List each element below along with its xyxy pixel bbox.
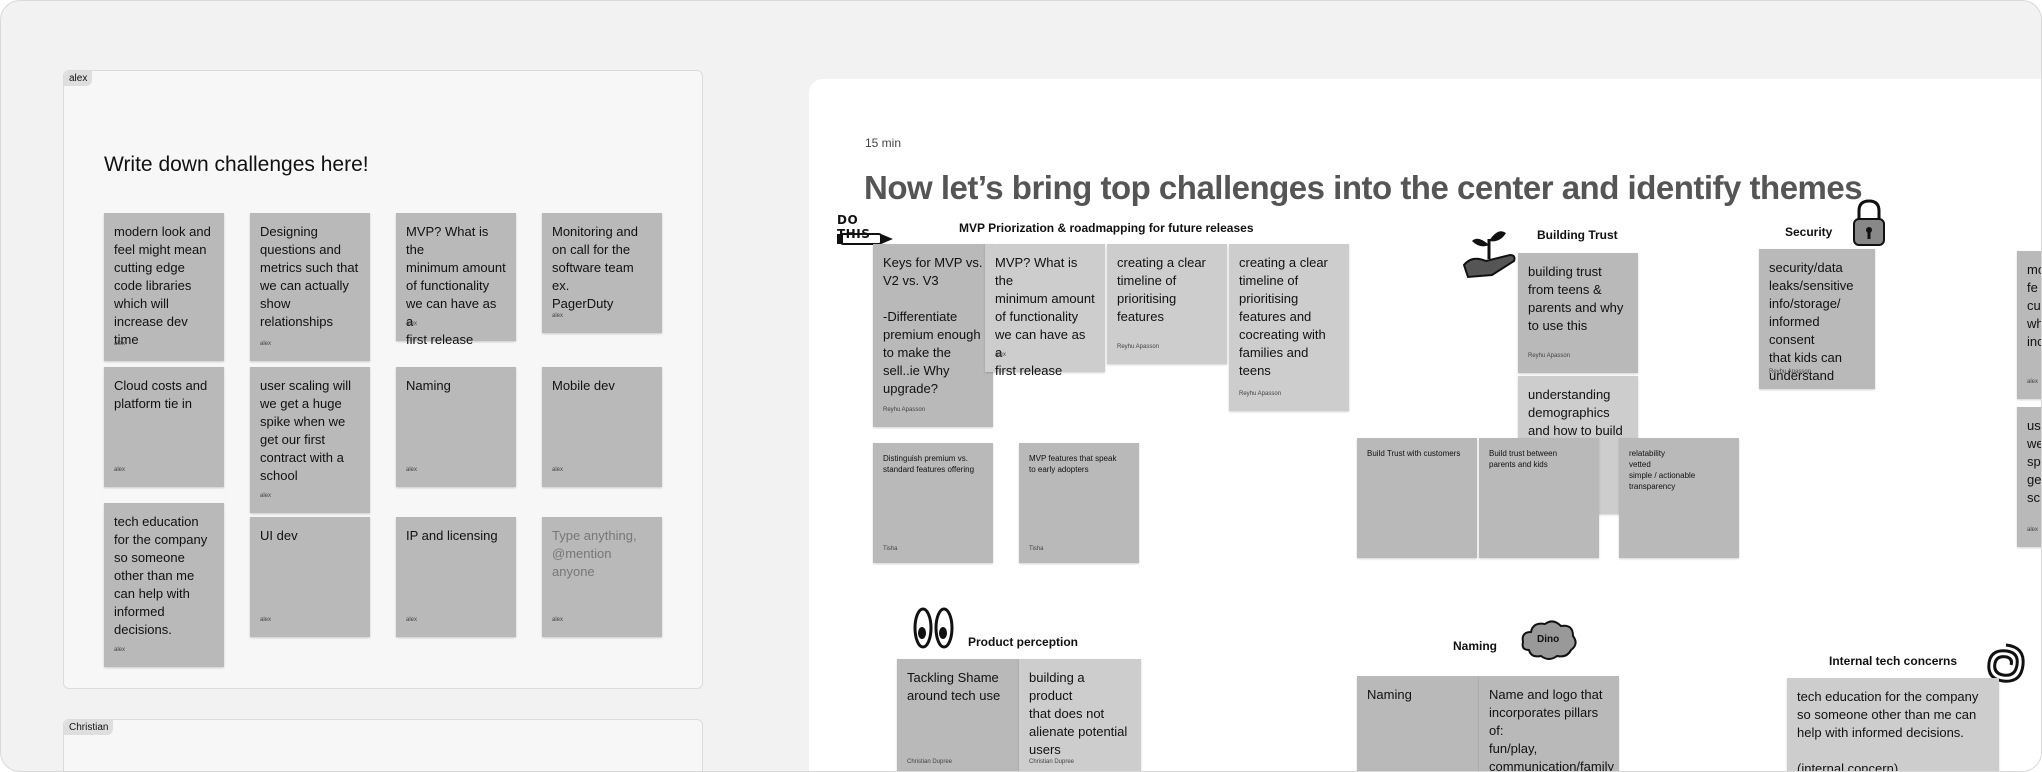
sticky-note[interactable]: Monitoring and on call for the software … xyxy=(542,213,662,333)
sticky-note[interactable]: Tackling Shame around tech use Christian … xyxy=(897,659,1019,771)
sticky-note[interactable]: mo fe cu wh incalex xyxy=(2017,251,2041,399)
padlock-sticker xyxy=(1849,197,1889,249)
sticky-note[interactable]: Distinguish premium vs. standard feature… xyxy=(873,443,993,563)
sticky-note[interactable]: tech education for the company so someon… xyxy=(104,503,224,667)
sticky-note[interactable]: Name and logo that incorporates pillars … xyxy=(1479,676,1619,771)
theme-label-perception: Product perception xyxy=(968,635,1079,649)
sticky-note[interactable]: IP and licensing alex xyxy=(396,517,516,637)
theme-label-security: Security xyxy=(1785,225,1833,239)
theme-label-naming: Naming xyxy=(1453,639,1498,653)
theme-label-mvp: MVP Priorization & roadmapping for futur… xyxy=(959,221,1254,235)
eyes-icon xyxy=(913,607,954,649)
sticky-note[interactable]: Designing questions and metrics such tha… xyxy=(250,213,370,361)
whiteboard-canvas[interactable]: alex Write down challenges here! modern … xyxy=(0,0,2042,772)
sticky-note[interactable]: Naming alex xyxy=(396,367,516,487)
frame-heading: Write down challenges here! xyxy=(104,153,369,176)
sticky-note-placeholder[interactable]: Type anything, @mention anyone alex xyxy=(542,517,662,637)
christian-frame[interactable]: Christian xyxy=(63,719,703,771)
padlock-icon xyxy=(1853,199,1885,246)
sticky-note[interactable]: relatability vetted simple / actionable … xyxy=(1619,438,1739,558)
theme-label-trust: Building Trust xyxy=(1537,228,1618,242)
sticky-note[interactable]: MVP features that speak to early adopter… xyxy=(1019,443,1139,563)
do-this-text: DO THIS xyxy=(837,213,871,241)
sticky-note[interactable]: building trust from teens & parents and … xyxy=(1518,253,1638,373)
dino-text: Dino xyxy=(1537,634,1560,645)
sticky-note[interactable]: creating a clear timeline of prioritisin… xyxy=(1107,244,1227,364)
sticky-note[interactable]: security/data leaks/sensitive info/stora… xyxy=(1759,249,1875,389)
sticky-note[interactable]: creating a clear timeline of prioritisin… xyxy=(1229,244,1349,411)
theme-board[interactable]: 15 min Now let’s bring top challenges in… xyxy=(809,79,2041,771)
frame-owner-tag: alex xyxy=(64,71,93,86)
alex-frame[interactable]: alex Write down challenges here! modern … xyxy=(63,70,703,689)
plant-hand-sticker xyxy=(1458,221,1520,283)
frame-owner-tag: Christian xyxy=(64,720,114,735)
theme-label-internal: Internal tech concerns xyxy=(1829,654,1958,668)
sticky-note[interactable]: Cloud costs and platform tie in alex xyxy=(104,367,224,487)
sticky-note[interactable]: Build trust between parents and kids xyxy=(1479,438,1599,558)
sticky-note[interactable]: UI dev alex xyxy=(250,517,370,637)
sticky-note[interactable]: Mobile dev alex xyxy=(542,367,662,487)
duration-label: 15 min xyxy=(865,136,902,150)
sticky-note[interactable]: modern look and feel might mean cutting … xyxy=(104,213,224,361)
sticky-note[interactable]: MVP? What is the minimum amount of funct… xyxy=(985,244,1105,378)
sticky-note[interactable]: tech education for the company so someon… xyxy=(1787,678,1999,771)
sticky-note[interactable]: us we sp ge sc alex xyxy=(2017,407,2041,547)
sticky-note[interactable]: building a product that does not alienat… xyxy=(1019,659,1141,771)
board-title: Now let’s bring top challenges into the … xyxy=(864,169,1863,206)
sticky-note[interactable]: Naming xyxy=(1357,676,1479,771)
sticky-note[interactable]: user scaling will we get a huge spike wh… xyxy=(250,367,370,513)
sticky-note[interactable]: MVP? What is the minimum amount of funct… xyxy=(396,213,516,347)
sticky-note[interactable]: Keys for MVP vs. V2 vs. V3 -Differentiat… xyxy=(873,244,993,427)
dino-cloud-sticker: Dino xyxy=(1519,616,1579,662)
plant-hand-icon xyxy=(1462,231,1516,279)
eyes-sticker xyxy=(913,605,955,651)
sticky-note[interactable]: Build Trust with customers xyxy=(1357,438,1477,558)
